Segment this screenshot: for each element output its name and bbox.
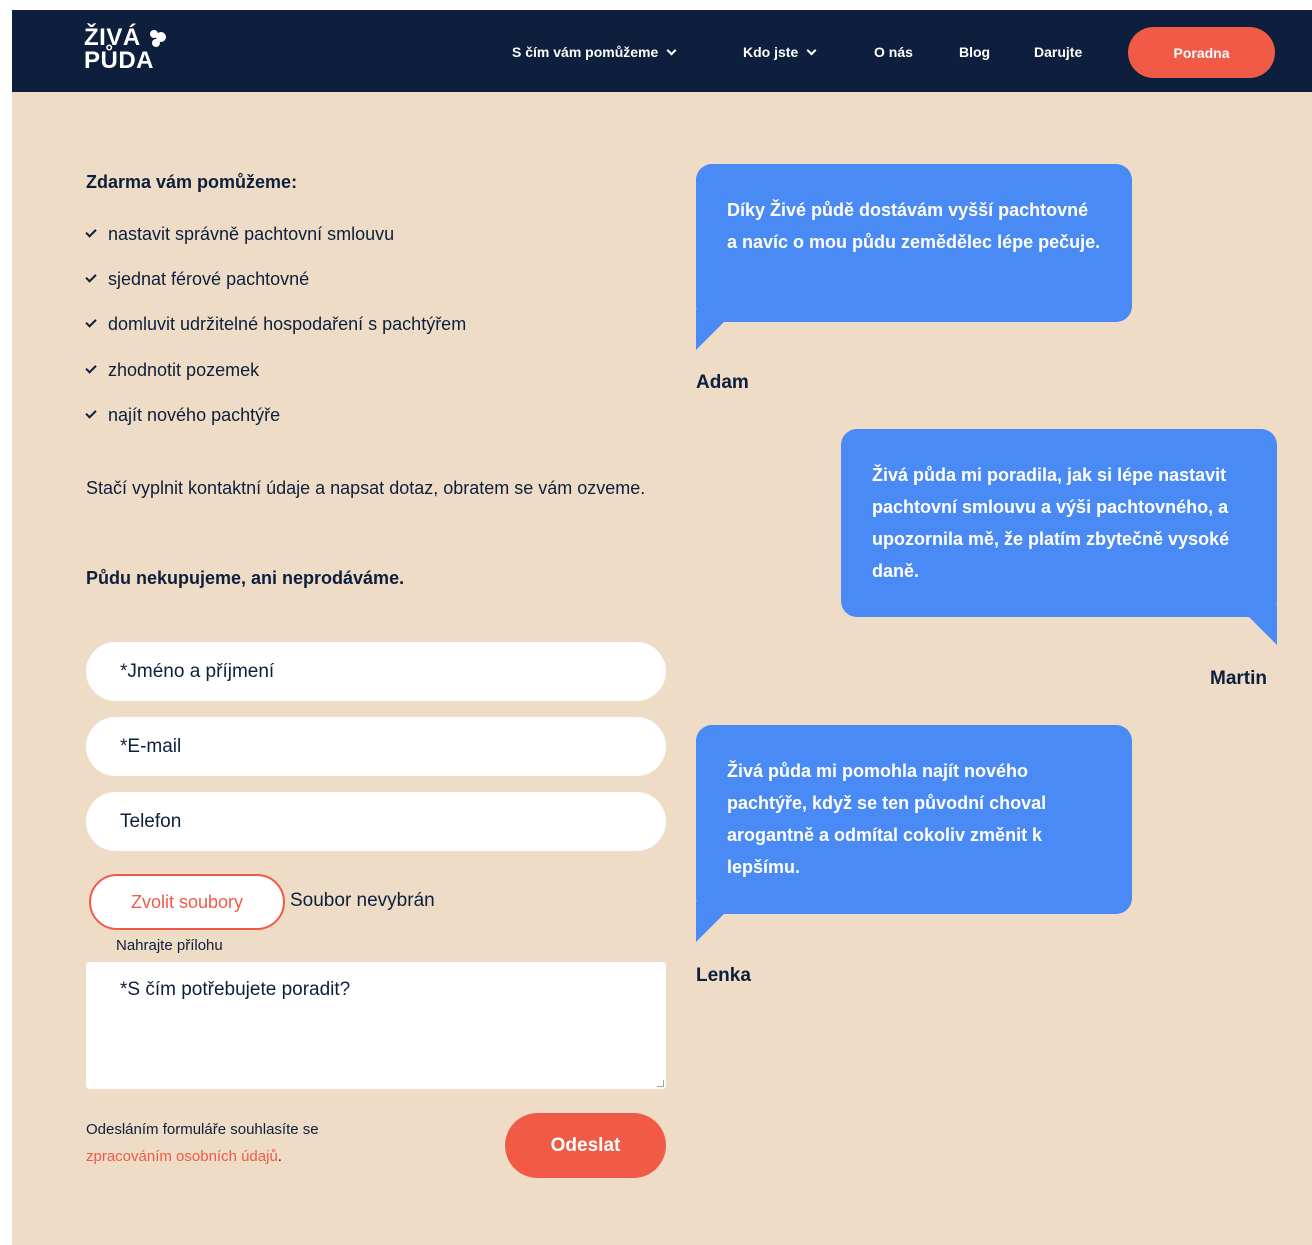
testimonial-author: Martin bbox=[1210, 668, 1267, 689]
nav-label: Darujte bbox=[1034, 44, 1083, 60]
page: ŽIVÁ PŮDA S čím vám pomůžeme Kdo jste O … bbox=[12, 10, 1312, 1245]
nav-item-who-you-are[interactable]: Kdo jste bbox=[743, 44, 817, 60]
name-field[interactable] bbox=[86, 642, 666, 701]
nav-label: S čím vám pomůžeme bbox=[512, 44, 659, 60]
testimonial-bubble: Díky Živé půdě dostávám vyšší pachtovné … bbox=[696, 164, 1132, 322]
check-icon bbox=[85, 362, 97, 374]
testimonial-author: Adam bbox=[696, 372, 749, 393]
list-item: sjednat férové pachtovné bbox=[85, 267, 310, 291]
list-item-label: sjednat férové pachtovné bbox=[108, 268, 310, 289]
nav-label: O nás bbox=[874, 44, 913, 60]
testimonial-quote: Díky Živé půdě dostávám vyšší pachtovné … bbox=[727, 200, 1101, 252]
logo-line-1: ŽIVÁ bbox=[84, 24, 141, 51]
speech-tail bbox=[1237, 605, 1277, 645]
nav-item-blog[interactable]: Blog bbox=[959, 44, 990, 60]
list-item-label: domluvit udržitelné hospodaření s pachtý… bbox=[108, 313, 467, 334]
check-icon bbox=[85, 407, 97, 419]
file-status: Soubor nevybrán bbox=[290, 890, 435, 911]
list-item-label: nastavit správně pachtovní smlouvu bbox=[108, 223, 395, 244]
nav-item-services[interactable]: S čím vám pomůžeme bbox=[512, 44, 677, 60]
attachment-hint: Nahrajte přílohu bbox=[116, 937, 223, 954]
chevron-down-icon bbox=[806, 45, 817, 55]
list-item: najít nového pachtýře bbox=[85, 403, 281, 427]
phone-field[interactable] bbox=[86, 792, 666, 851]
choose-files-button[interactable]: Zvolit soubory bbox=[89, 874, 285, 930]
testimonial-author: Lenka bbox=[696, 965, 751, 986]
consent-text: Odesláním formuláře souhlasíte se zpraco… bbox=[86, 1116, 319, 1170]
site-header: ŽIVÁ PŮDA S čím vám pomůžeme Kdo jste O … bbox=[12, 10, 1312, 92]
intro-heading: Zdarma vám pomůžeme: bbox=[86, 172, 298, 192]
logo-line-2: PŮDA bbox=[84, 47, 155, 74]
testimonial-quote: Živá půda mi poradila, jak si lépe nasta… bbox=[872, 465, 1230, 581]
submit-button[interactable]: Odeslat bbox=[505, 1113, 666, 1178]
poradna-button[interactable]: Poradna bbox=[1128, 27, 1275, 78]
leaf-icon bbox=[150, 30, 166, 47]
intro-paragraph: Stačí vyplnit kontaktní údaje a napsat d… bbox=[86, 478, 646, 498]
list-item-label: najít nového pachtýře bbox=[108, 404, 281, 425]
privacy-policy-link[interactable]: zpracováním osobních údajů bbox=[86, 1148, 278, 1165]
consent-label: Odesláním formuláře souhlasíte se bbox=[86, 1121, 319, 1138]
logo[interactable]: ŽIVÁ PŮDA bbox=[84, 26, 184, 78]
list-item: domluvit udržitelné hospodaření s pachtý… bbox=[85, 312, 467, 336]
consent-end: . bbox=[277, 1148, 282, 1165]
speech-tail bbox=[696, 310, 736, 350]
list-item-label: zhodnotit pozemek bbox=[108, 359, 260, 380]
list-item: nastavit správně pachtovní smlouvu bbox=[85, 222, 395, 246]
check-icon bbox=[85, 271, 97, 283]
list-item: zhodnotit pozemek bbox=[85, 358, 260, 382]
nav-item-about[interactable]: O nás bbox=[874, 44, 913, 60]
notice-text: Půdu nekupujeme, ani neprodáváme. bbox=[86, 568, 405, 588]
chevron-down-icon bbox=[666, 45, 677, 55]
nav-item-donate[interactable]: Darujte bbox=[1034, 44, 1082, 60]
speech-tail bbox=[696, 902, 736, 942]
testimonial-quote: Živá půda mi pomohla najít nového pachtý… bbox=[727, 761, 1047, 877]
message-field[interactable] bbox=[86, 962, 666, 1089]
check-icon bbox=[85, 226, 97, 238]
resize-grip-icon[interactable] bbox=[657, 1080, 664, 1087]
testimonial-bubble: Živá půda mi pomohla najít nového pachtý… bbox=[696, 725, 1132, 914]
testimonial-bubble: Živá půda mi poradila, jak si lépe nasta… bbox=[841, 429, 1277, 617]
nav-label: Blog bbox=[959, 44, 991, 60]
nav-label: Kdo jste bbox=[743, 44, 799, 60]
check-icon bbox=[85, 316, 97, 328]
email-field[interactable] bbox=[86, 717, 666, 776]
